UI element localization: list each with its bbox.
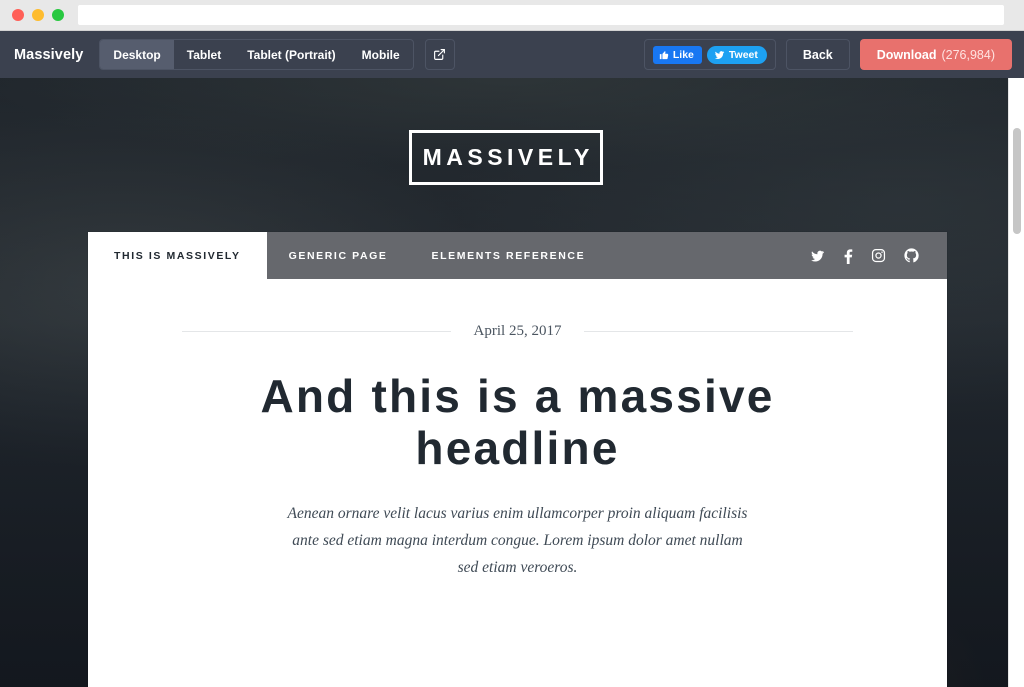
instagram-icon	[871, 248, 886, 263]
github-icon	[904, 248, 919, 263]
facebook-icon	[843, 248, 853, 264]
page-scrollbar-thumb[interactable]	[1013, 128, 1021, 234]
download-label: Download	[876, 47, 937, 62]
site-logo[interactable]: MASSIVELY	[409, 130, 603, 185]
twitter-tweet-button[interactable]: Tweet	[706, 45, 767, 64]
site-social-links	[810, 232, 947, 279]
back-button[interactable]: Back	[785, 39, 850, 70]
device-button-tablet-portrait[interactable]: Tablet (Portrait)	[234, 40, 348, 69]
nav-item-elements-reference[interactable]: ELEMENTS REFERENCE	[410, 232, 608, 279]
article-date-row: April 25, 2017	[88, 323, 947, 340]
site-preview-viewport: MASSIVELY THIS IS MASSIVELY GENERIC PAGE…	[0, 78, 1024, 687]
site-logo-text: MASSIVELY	[422, 144, 594, 170]
browser-window: Massively Desktop Tablet Tablet (Portrai…	[0, 0, 1024, 687]
social-share-group: Like Tweet	[643, 39, 776, 70]
facebook-link[interactable]	[843, 248, 853, 264]
twitter-link[interactable]	[810, 249, 825, 263]
maximize-window-button[interactable]	[52, 9, 64, 21]
toolbar-brand-title: Massively	[14, 46, 84, 63]
nav-item-generic-page[interactable]: GENERIC PAGE	[267, 232, 410, 279]
device-size-switcher: Desktop Tablet Tablet (Portrait) Mobile	[99, 39, 414, 70]
nav-item-this-is-massively[interactable]: THIS IS MASSIVELY	[88, 232, 267, 279]
site-navigation-bar: THIS IS MASSIVELY GENERIC PAGE ELEMENTS …	[88, 232, 947, 279]
address-bar-input[interactable]	[78, 5, 1004, 25]
window-traffic-lights	[12, 9, 64, 21]
twitter-tweet-label: Tweet	[728, 48, 758, 61]
article-content: April 25, 2017 And this is a massive hea…	[88, 279, 947, 618]
thumbs-up-icon	[659, 50, 669, 60]
browser-titlebar	[0, 0, 1024, 31]
device-button-desktop[interactable]: Desktop	[100, 40, 174, 69]
minimize-window-button[interactable]	[32, 9, 44, 21]
article-subtitle: Aenean ornare velit lacus varius enim ul…	[287, 505, 748, 576]
twitter-icon	[810, 249, 825, 263]
toolbar-right-group: Like Tweet Back Download (276,984)	[643, 39, 1012, 70]
facebook-like-button[interactable]: Like	[652, 45, 702, 64]
download-button[interactable]: Download (276,984)	[859, 39, 1012, 70]
twitter-bird-icon	[714, 50, 725, 60]
open-in-new-window-button[interactable]	[424, 39, 455, 70]
preview-toolbar: Massively Desktop Tablet Tablet (Portrai…	[0, 31, 1024, 78]
date-rule-right	[584, 331, 854, 332]
close-window-button[interactable]	[12, 9, 24, 21]
article-date: April 25, 2017	[473, 323, 562, 339]
external-link-icon	[433, 48, 446, 61]
instagram-link[interactable]	[871, 248, 886, 263]
download-count: (276,984)	[941, 47, 995, 62]
date-rule-left	[182, 331, 451, 332]
facebook-like-label: Like	[672, 48, 694, 61]
device-button-mobile[interactable]: Mobile	[349, 40, 413, 69]
article-headline: And this is a massive headline	[260, 370, 775, 474]
github-link[interactable]	[904, 248, 919, 263]
page-scrollbar-track[interactable]	[1008, 78, 1024, 687]
device-button-tablet[interactable]: Tablet	[174, 40, 234, 69]
